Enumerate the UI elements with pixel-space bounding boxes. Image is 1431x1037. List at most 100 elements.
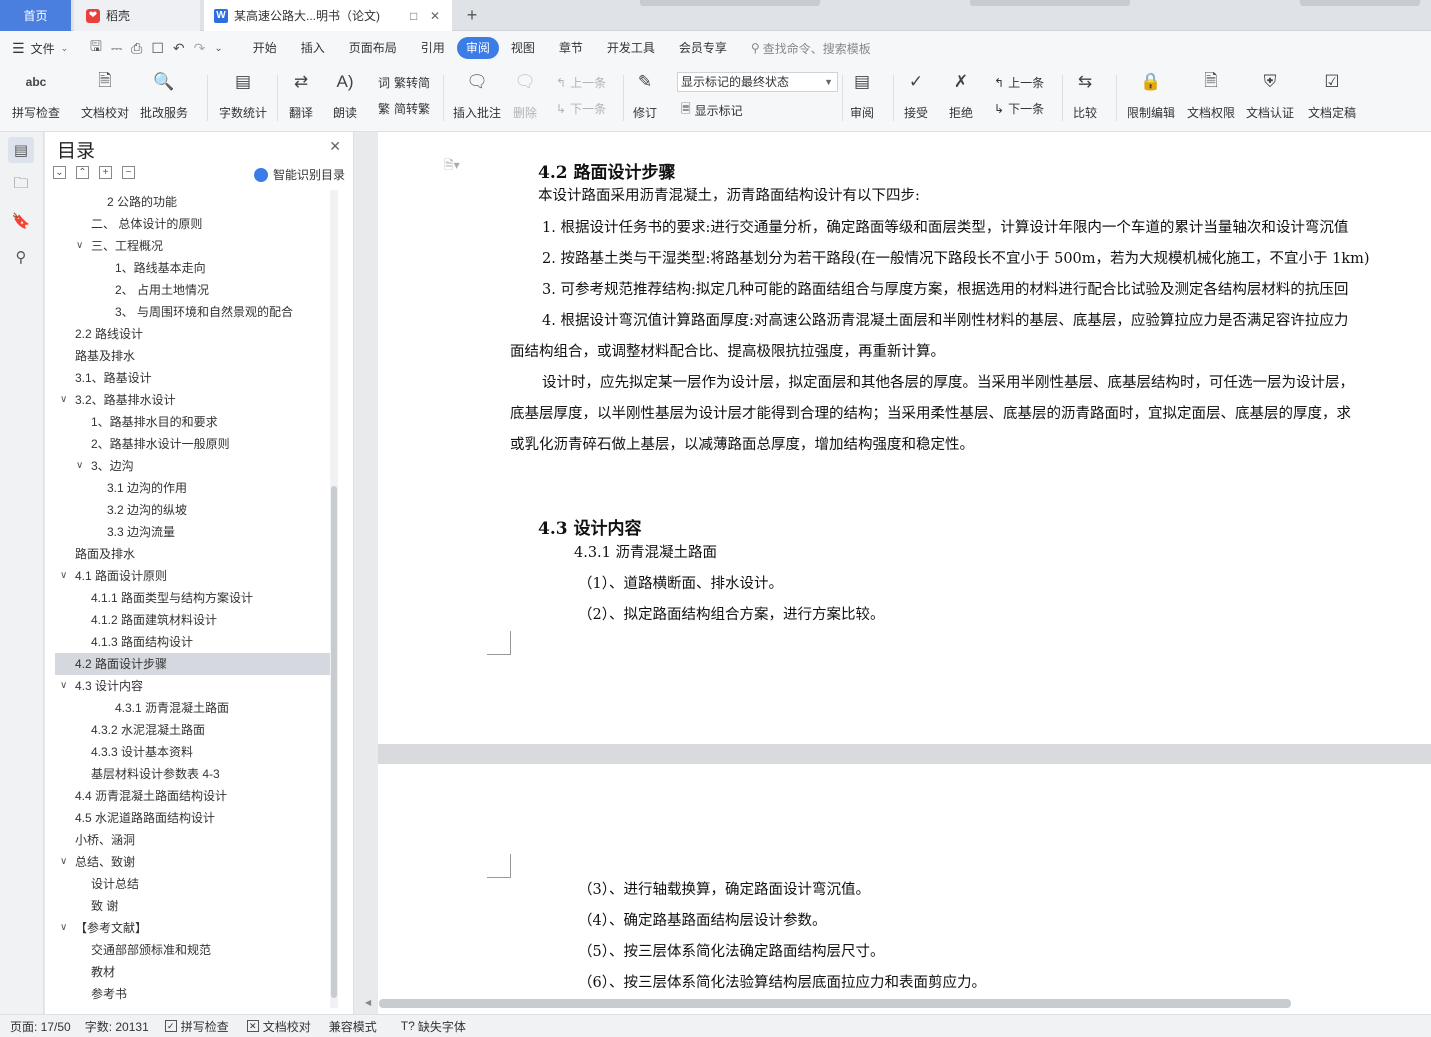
- toc-item[interactable]: 4.3.2 水泥混凝土路面: [55, 719, 330, 741]
- search-icon[interactable]: ⚲: [8, 244, 34, 270]
- export-icon[interactable]: ⎓: [111, 40, 122, 57]
- horizontal-scroll-thumb[interactable]: [379, 999, 1291, 1008]
- menu-member[interactable]: 会员专享: [667, 37, 739, 59]
- menu-developer[interactable]: 开发工具: [595, 37, 667, 59]
- toc-item[interactable]: ∨ 总结、致谢: [55, 851, 330, 873]
- menu-section[interactable]: 章节: [547, 37, 595, 59]
- file-menu[interactable]: ☰ 文件 ⌄: [0, 40, 90, 57]
- toc-item[interactable]: 3.3 边沟流量: [55, 521, 330, 543]
- toc-item[interactable]: 1、路基排水目的和要求: [55, 411, 330, 433]
- toc-item[interactable]: 设计总结: [55, 873, 330, 895]
- chevron-down-icon[interactable]: ∨: [76, 235, 83, 257]
- compare-button[interactable]: ⇆ 比较: [1072, 69, 1098, 121]
- paragraph-mark-icon[interactable]: 🗎▾: [444, 156, 460, 177]
- reject-button[interactable]: ✗ 拒绝: [948, 69, 974, 121]
- save-icon[interactable]: 🖫: [90, 36, 102, 60]
- add-level-icon[interactable]: +: [99, 166, 112, 179]
- toc-item[interactable]: ∨ 【参考文献】: [55, 917, 330, 939]
- horizontal-scrollbar[interactable]: ◀: [365, 998, 1431, 1010]
- toc-item[interactable]: ∨ 3.2、路基排水设计: [55, 389, 330, 411]
- insert-comment-button[interactable]: 🗨 插入批注: [453, 69, 501, 121]
- toc-item[interactable]: 路面及排水: [55, 543, 330, 565]
- menu-view[interactable]: 视图: [499, 37, 547, 59]
- trad-to-simp-button[interactable]: 词 繁转简: [378, 74, 430, 91]
- expand-all-icon[interactable]: ⌃: [76, 166, 89, 179]
- accept-button[interactable]: ✓ 接受: [903, 69, 929, 121]
- print-preview-icon[interactable]: ☐: [151, 40, 164, 57]
- toc-item[interactable]: 3、 与周围环境和自然景观的配合: [55, 301, 330, 323]
- toc-item[interactable]: 2、 占用土地情况: [55, 279, 330, 301]
- chapter-icon[interactable]: 🗀: [8, 172, 34, 198]
- toc-item[interactable]: ∨ 4.1 路面设计原则: [55, 565, 330, 587]
- read-aloud-button[interactable]: A) 朗读: [332, 69, 358, 121]
- menu-reference[interactable]: 引用: [409, 37, 457, 59]
- chevron-down-icon[interactable]: ∨: [60, 675, 67, 697]
- toc-item[interactable]: 基层材料设计参数表 4-3: [55, 763, 330, 785]
- scroll-left-icon[interactable]: ◀: [365, 998, 371, 1007]
- print-icon[interactable]: ⎙: [131, 40, 142, 57]
- toc-scroll-thumb[interactable]: [331, 486, 337, 998]
- spell-check-status[interactable]: ✓ 拼写检查: [164, 1018, 229, 1035]
- tab-home[interactable]: 首页: [0, 0, 71, 31]
- page[interactable]: （3）、进行轴载换算，确定路面设计弯沉值。 （4）、确定路基路面结构层设计参数。…: [378, 764, 1431, 1014]
- tab-daoke[interactable]: ❤ 稻壳: [74, 0, 200, 31]
- toc-item[interactable]: 小桥、涵洞: [55, 829, 330, 851]
- prev-change-button[interactable]: ↰ 上一条: [994, 74, 1044, 91]
- doc-proofread-button[interactable]: 🗎 文档校对: [81, 69, 129, 121]
- simp-to-trad-button[interactable]: 繁 简转繁: [378, 100, 430, 117]
- page-indicator[interactable]: 页面: 17/50: [10, 1018, 71, 1035]
- remove-level-icon[interactable]: −: [122, 166, 135, 179]
- toc-scrollbar[interactable]: [330, 190, 338, 1008]
- page[interactable]: 🗎▾ 4.2 路面设计步骤 本设计路面采用沥青混凝土，沥青路面结构设计有以下四步…: [378, 132, 1431, 744]
- spell-check-button[interactable]: abc 拼写检查: [12, 69, 60, 121]
- menu-page-layout[interactable]: 页面布局: [337, 37, 409, 59]
- toc-item[interactable]: 二、 总体设计的原则: [55, 213, 330, 235]
- review-pane-button[interactable]: ▤ 审阅: [849, 69, 875, 121]
- toc-item[interactable]: 2 公路的功能: [55, 191, 330, 213]
- toc-item[interactable]: 4.1.1 路面类型与结构方案设计: [55, 587, 330, 609]
- show-markup-button[interactable]: 🗏 显示标记: [681, 100, 743, 121]
- redo-icon[interactable]: ↷: [194, 40, 206, 57]
- translate-button[interactable]: ⇄ 翻译: [288, 69, 314, 121]
- toc-panel-icon[interactable]: ▤: [8, 137, 34, 163]
- toc-item[interactable]: 路基及排水: [55, 345, 330, 367]
- toc-item[interactable]: 4.5 水泥道路路面结构设计: [55, 807, 330, 829]
- command-search[interactable]: ⚲ 查找命令、搜索模板: [751, 40, 871, 57]
- track-changes-button[interactable]: ✎ 修订: [632, 69, 658, 121]
- chevron-down-icon[interactable]: ∨: [60, 389, 67, 411]
- delete-comment-button[interactable]: 🗨 删除: [512, 69, 538, 121]
- approve-service-button[interactable]: 🔍 批改服务: [140, 69, 188, 121]
- doc-cert-button[interactable]: ⛨ 文档认证: [1246, 69, 1294, 121]
- toc-item[interactable]: 致 谢: [55, 895, 330, 917]
- toc-item[interactable]: 2.2 路线设计: [55, 323, 330, 345]
- toc-item[interactable]: 1、路线基本走向: [55, 257, 330, 279]
- more-icon[interactable]: ⌄: [214, 43, 222, 54]
- doc-check-status[interactable]: ✕ 文档校对: [246, 1018, 311, 1035]
- toc-item[interactable]: 参考书: [55, 983, 330, 1005]
- undo-icon[interactable]: ↶: [173, 40, 185, 57]
- close-tab-icon[interactable]: ✕: [430, 9, 440, 23]
- chevron-down-icon[interactable]: ∨: [60, 851, 67, 873]
- markup-state-select[interactable]: 显示标记的最终状态 ▼: [677, 72, 838, 92]
- chevron-down-icon[interactable]: ∨: [76, 455, 83, 477]
- menu-insert[interactable]: 插入: [289, 37, 337, 59]
- toc-item[interactable]: 2、路基排水设计一般原则: [55, 433, 330, 455]
- document-canvas[interactable]: 🗎▾ 4.2 路面设计步骤 本设计路面采用沥青混凝土，沥青路面结构设计有以下四步…: [355, 132, 1431, 1014]
- missing-font-indicator[interactable]: T? 缺失字体: [401, 1018, 466, 1035]
- prev-comment-button[interactable]: ↰ 上一条: [556, 74, 606, 91]
- bookmark-icon[interactable]: 🔖: [8, 208, 34, 234]
- restrict-edit-button[interactable]: 🔒 限制编辑: [1127, 69, 1175, 121]
- menu-review[interactable]: 审阅: [456, 37, 499, 59]
- doc-final-button[interactable]: ☑ 文档定稿: [1308, 69, 1356, 121]
- chevron-down-icon[interactable]: ∨: [60, 565, 67, 587]
- toc-item[interactable]: ∨ 3、边沟: [55, 455, 330, 477]
- toc-item[interactable]: 4.2 路面设计步骤: [55, 653, 330, 675]
- word-count-indicator[interactable]: 字数: 20131: [85, 1018, 149, 1035]
- tab-document[interactable]: W 某高速公路大...明书（论文) □ ✕: [204, 0, 452, 31]
- close-icon[interactable]: ✕: [329, 138, 341, 155]
- new-tab-button[interactable]: +: [458, 0, 486, 31]
- toc-item[interactable]: 教材: [55, 961, 330, 983]
- toc-item[interactable]: 交通部部颁标准和规范: [55, 939, 330, 961]
- toc-item[interactable]: 4.4 沥青混凝土路面结构设计: [55, 785, 330, 807]
- doc-permission-button[interactable]: 🗎 文档权限: [1187, 69, 1235, 121]
